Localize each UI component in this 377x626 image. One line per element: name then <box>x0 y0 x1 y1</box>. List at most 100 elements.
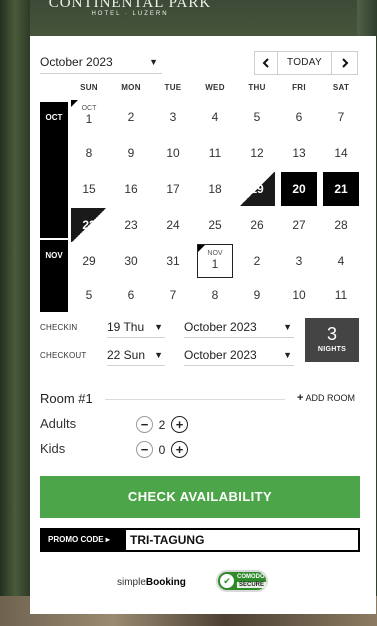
day-cell[interactable]: 8 <box>197 278 233 312</box>
checkin-month-value: October 2023 <box>184 320 257 334</box>
caret-down-icon: ▼ <box>283 350 292 360</box>
day-cell[interactable]: 3 <box>281 244 317 278</box>
plus-icon: + <box>297 392 304 404</box>
day-cell[interactable]: OCT 1 <box>71 100 107 134</box>
chevron-right-icon <box>341 58 348 68</box>
month-select[interactable]: October 2023 ▼ <box>40 52 162 74</box>
month-bar-label: NOV <box>45 251 63 260</box>
month-bar-oct: OCT <box>40 102 68 238</box>
adults-minus-button[interactable]: − <box>136 416 153 433</box>
room-title: Room #1 <box>40 391 93 406</box>
checkout-month-value: October 2023 <box>184 348 257 362</box>
day-cell[interactable]: 5 <box>239 100 275 134</box>
day-cell[interactable]: 6 <box>281 100 317 134</box>
day-cell[interactable]: 4 <box>197 100 233 134</box>
day-cell-selected[interactable]: 21 <box>323 172 359 206</box>
weekday-tue: TUE <box>164 83 182 92</box>
day-cell[interactable]: 11 <box>323 278 359 312</box>
day-cell[interactable]: 3 <box>155 100 191 134</box>
day-cell[interactable]: 9 <box>113 136 149 170</box>
day-cell[interactable]: 10 <box>155 136 191 170</box>
month-start-marker <box>71 100 78 107</box>
day-cell-checkout[interactable]: 22 <box>71 208 107 242</box>
day-cell[interactable]: 2 <box>239 244 275 278</box>
comodo-secure-seal: ✔ COMODO SECURE <box>216 570 268 592</box>
today-button[interactable]: TODAY <box>277 51 332 75</box>
day-cell[interactable]: 30 <box>113 244 149 278</box>
checkout-month-select[interactable]: October 2023 ▼ <box>184 346 294 366</box>
prev-month-button[interactable] <box>254 51 278 75</box>
caret-down-icon: ▼ <box>154 350 163 360</box>
day-number: 1 <box>211 257 219 271</box>
nights-count: 3 <box>326 324 337 344</box>
brand-prefix: simple <box>117 577 146 588</box>
day-cell[interactable]: NOV 1 <box>197 244 233 278</box>
checkin-month-select[interactable]: October 2023 ▼ <box>184 318 294 338</box>
seal-bottom-text: SECURE <box>237 582 267 588</box>
day-cell[interactable]: 10 <box>281 278 317 312</box>
nights-badge: 3 NIGHTS <box>305 318 359 362</box>
kids-count: 0 <box>158 443 166 457</box>
checkin-label: CHECKIN <box>40 323 78 332</box>
day-cell[interactable]: 9 <box>239 278 275 312</box>
checkout-day-value: 22 Sun <box>107 348 146 362</box>
simplebooking-logo: simpleBooking <box>117 577 186 588</box>
brand-bold: Booking <box>145 577 186 588</box>
day-cell[interactable]: 12 <box>239 136 275 170</box>
checkin-day-select[interactable]: 19 Thu ▼ <box>107 318 165 338</box>
day-cell-selected[interactable]: 20 <box>281 172 317 206</box>
day-cell[interactable]: 28 <box>323 208 359 242</box>
day-cell[interactable]: 2 <box>113 100 149 134</box>
weekday-mon: MON <box>121 83 141 92</box>
promo-code-input[interactable] <box>130 530 355 550</box>
day-cell[interactable]: 16 <box>113 172 149 206</box>
day-cell[interactable]: 25 <box>197 208 233 242</box>
booking-panel: October 2023 ▼ TODAY SUN MON TUE WED THU… <box>30 36 376 614</box>
nights-label: NIGHTS <box>317 346 347 353</box>
chevron-left-icon <box>262 58 269 68</box>
day-number: 1 <box>85 112 93 126</box>
day-cell[interactable]: 7 <box>323 100 359 134</box>
caret-down-icon: ▼ <box>149 57 158 67</box>
day-cell[interactable]: 11 <box>197 136 233 170</box>
weekday-thu: THU <box>248 83 266 92</box>
logo-title: CONTINENTAL PARK <box>48 0 212 11</box>
day-cell[interactable]: 23 <box>113 208 149 242</box>
logo-subtitle: HOTEL · LUZERN <box>91 11 169 17</box>
kids-minus-button[interactable]: − <box>136 441 153 458</box>
kids-label: Kids <box>40 441 66 456</box>
add-room-label: ADD ROOM <box>305 393 355 403</box>
day-cell[interactable]: 31 <box>155 244 191 278</box>
day-cell[interactable]: 14 <box>323 136 359 170</box>
weekday-fri: FRI <box>292 83 306 92</box>
day-cell[interactable]: 4 <box>323 244 359 278</box>
day-cell[interactable]: 17 <box>155 172 191 206</box>
next-month-button[interactable] <box>331 51 358 75</box>
caret-down-icon: ▼ <box>283 322 292 332</box>
seal-top-text: COMODO <box>237 574 265 580</box>
adults-label: Adults <box>40 416 77 431</box>
month-start-marker <box>198 245 205 252</box>
checkout-label: CHECKOUT <box>40 351 87 360</box>
day-cell[interactable]: 13 <box>281 136 317 170</box>
checkout-day-select[interactable]: 22 Sun ▼ <box>107 346 165 366</box>
day-cell[interactable]: 26 <box>239 208 275 242</box>
day-cell[interactable]: 24 <box>155 208 191 242</box>
kids-plus-button[interactable]: + <box>171 441 188 458</box>
day-cell[interactable]: 27 <box>281 208 317 242</box>
month-select-value: October 2023 <box>40 55 113 69</box>
adults-count: 2 <box>158 418 166 432</box>
adults-plus-button[interactable]: + <box>171 416 188 433</box>
day-cell[interactable]: 8 <box>71 136 107 170</box>
day-cell[interactable]: 5 <box>71 278 107 312</box>
add-room-button[interactable]: + ADD ROOM <box>297 392 355 404</box>
day-cell[interactable]: 6 <box>113 278 149 312</box>
promo-code-label: PROMO CODE ▸ <box>42 530 126 550</box>
check-availability-button[interactable]: CHECK AVAILABILITY <box>40 476 360 518</box>
weekday-wed: WED <box>205 83 225 92</box>
day-cell[interactable]: 7 <box>155 278 191 312</box>
day-cell[interactable]: 15 <box>71 172 107 206</box>
day-cell[interactable]: 29 <box>71 244 107 278</box>
day-cell-checkin[interactable]: 19 <box>239 172 275 206</box>
day-cell[interactable]: 18 <box>197 172 233 206</box>
